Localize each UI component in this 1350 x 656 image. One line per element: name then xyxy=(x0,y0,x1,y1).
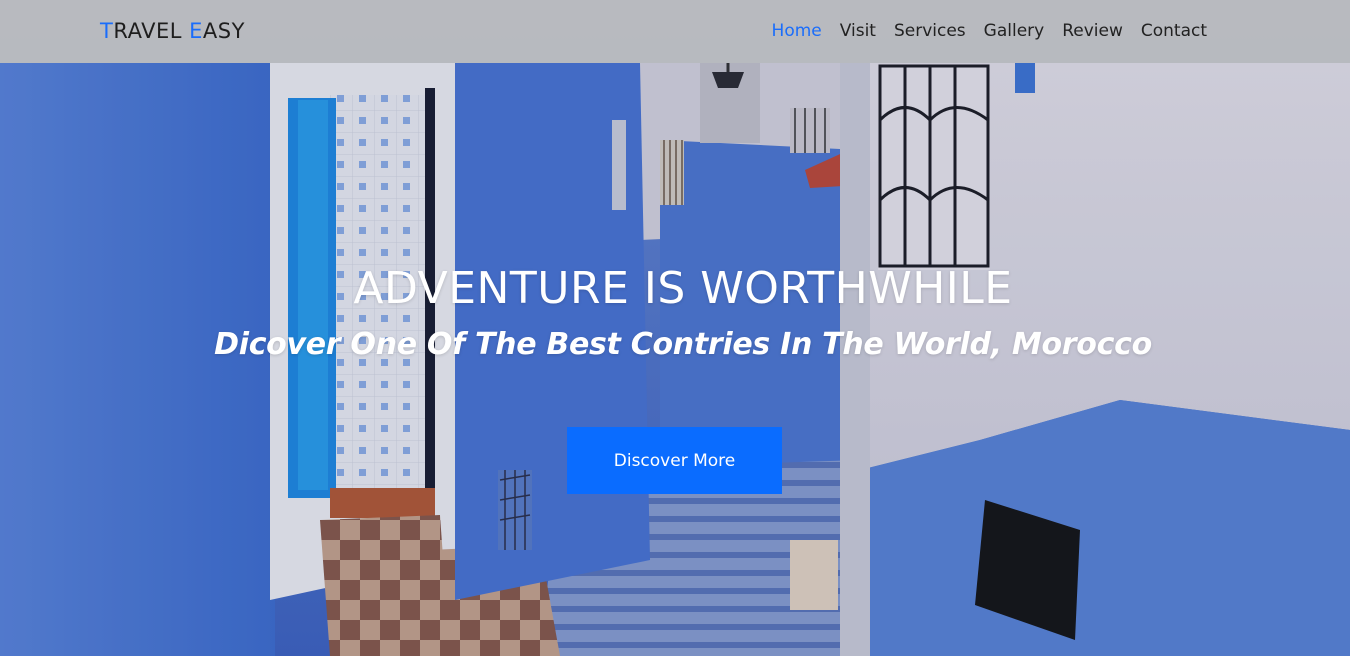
discover-more-button[interactable]: Discover More xyxy=(567,427,782,494)
brand-text-ravel: RAVEL xyxy=(113,19,190,43)
hero-subtitle: Dicover One Of The Best Contries In The … xyxy=(214,327,1152,362)
top-navbar: TRAVEL EASY Home Visit Services Gallery … xyxy=(0,0,1350,63)
brand-text-asy: ASY xyxy=(202,19,245,43)
hero-section: TRAVEL EASY Home Visit Services Gallery … xyxy=(0,0,1350,656)
brand-initial-t: T xyxy=(100,19,114,43)
hero-content: ADVENTURE IS WORTHWHILE Dicover One Of T… xyxy=(0,262,1350,366)
hero-title: ADVENTURE IS WORTHWHILE xyxy=(353,263,1013,314)
nav-link-home[interactable]: Home xyxy=(772,19,822,43)
nav-link-contact[interactable]: Contact xyxy=(1141,19,1207,43)
nav-link-visit[interactable]: Visit xyxy=(840,19,876,43)
nav-link-gallery[interactable]: Gallery xyxy=(984,19,1045,43)
nav-link-services[interactable]: Services xyxy=(894,19,966,43)
brand-logo[interactable]: TRAVEL EASY xyxy=(100,17,245,45)
nav-link-review[interactable]: Review xyxy=(1062,19,1123,43)
nav-links: Home Visit Services Gallery Review Conta… xyxy=(772,19,1207,43)
brand-initial-e: E xyxy=(189,19,203,43)
